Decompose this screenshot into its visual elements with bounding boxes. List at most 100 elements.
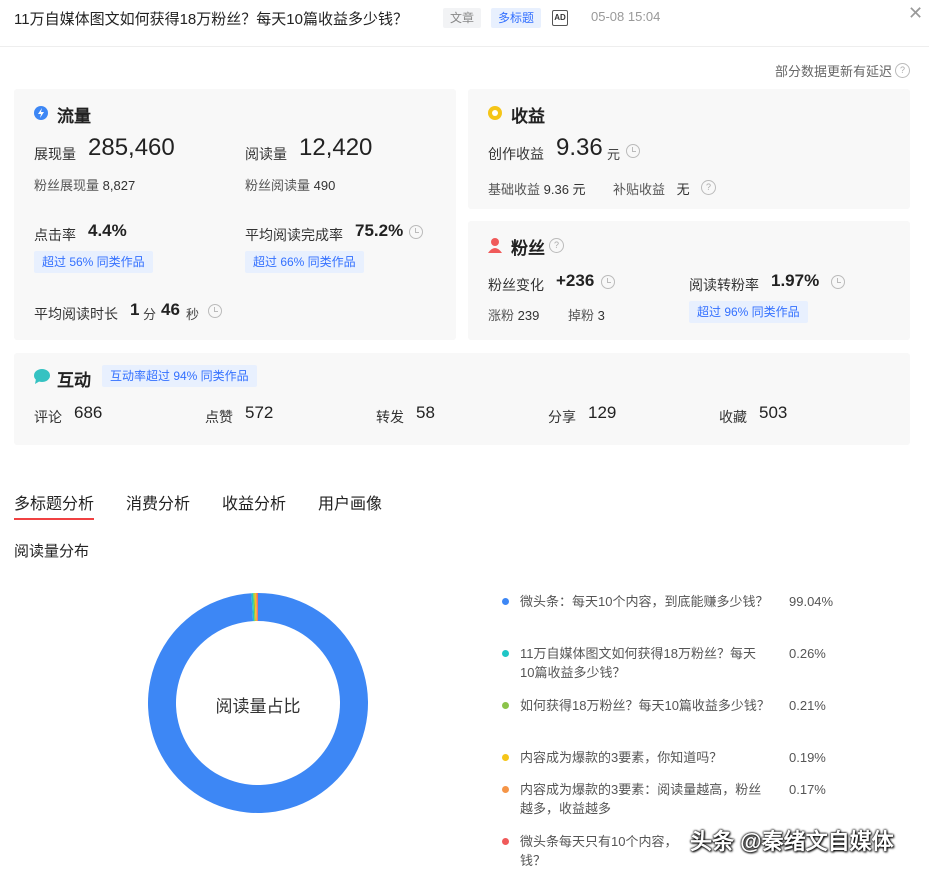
delay-note: 部分数据更新有延迟	[774, 64, 892, 79]
interaction-card: 互动 互动率超过 94% 同类作品 评论 686 点赞 572 转发 58 分享…	[14, 353, 910, 445]
legend-dot	[502, 838, 509, 845]
duration-label: 平均阅读时长	[34, 306, 118, 322]
interaction-chip: 互动率超过 94% 同类作品	[102, 365, 257, 387]
duration-sec-unit: 秒	[186, 307, 200, 322]
active-tab-indicator	[14, 518, 94, 520]
duration-min: 1	[130, 300, 140, 319]
legend-dot	[502, 650, 509, 657]
income-card: 收益 创作收益 9.36 元 基础收益 9.36 元 补贴收益 无 ?	[468, 89, 910, 209]
completion-value: 75.2%	[355, 221, 404, 240]
legend-value: 0.17%	[789, 782, 826, 797]
legend-dot	[502, 702, 509, 709]
tab-user-profile[interactable]: 用户画像	[318, 490, 382, 514]
fan-reads-label: 粉丝阅读量	[245, 178, 311, 193]
legend-value: 99.04%	[789, 594, 834, 609]
fans-card: 粉丝 ? 粉丝变化 +236 涨粉 239 掉粉 3 阅读转粉率 1.97% 超…	[468, 221, 910, 340]
duration-sec: 46	[161, 300, 180, 319]
likes-label: 点赞	[205, 409, 233, 425]
income-title: 收益	[511, 107, 545, 126]
comments-label: 评论	[34, 409, 62, 425]
legend-value: 0.19%	[789, 750, 826, 765]
help-icon[interactable]: ?	[701, 180, 716, 195]
legend-dot	[502, 598, 509, 605]
reads-label: 阅读量	[245, 146, 287, 162]
conversion-value: 1.97%	[771, 271, 820, 290]
legend-dot	[502, 786, 509, 793]
fans-gain: 涨粉 239	[488, 305, 539, 324]
likes-value: 572	[245, 403, 274, 422]
section-title: 阅读量分布	[14, 543, 90, 560]
legend-value: 0.26%	[789, 646, 826, 661]
watermark: 头条 @秦绪文自媒体	[690, 829, 894, 854]
fans-title: 粉丝	[511, 239, 545, 258]
traffic-title: 流量	[57, 107, 91, 126]
completion-label: 平均阅读完成率	[245, 227, 343, 243]
legend-label: 内容成为爆款的3要素，你知道吗？	[520, 750, 723, 765]
completion-chip: 超过 66% 同类作品	[245, 251, 364, 273]
reposts-value: 58	[416, 403, 435, 422]
favorites-label: 收藏	[719, 409, 747, 425]
tab-multi-title-analysis[interactable]: 多标题分析	[14, 490, 94, 514]
ctr-value: 4.4%	[88, 221, 127, 240]
user-icon	[488, 237, 502, 253]
fan-reads: 粉丝阅读量 490	[245, 175, 335, 194]
publish-time: 05-08 15:04	[591, 9, 661, 24]
creation-income-unit: 元	[607, 147, 621, 162]
tag-multi-title: 多标题	[491, 8, 542, 28]
fans-loss-value: 3	[597, 308, 605, 323]
coin-icon	[488, 106, 502, 120]
duration-min-unit: 分	[143, 307, 157, 322]
tag-article: 文章	[443, 8, 482, 28]
traffic-card: 流量 展现量 285,460 粉丝展现量 8,827 阅读量 12,420 粉丝…	[14, 89, 456, 340]
base-income-label: 基础收益	[488, 182, 541, 197]
shares-value: 129	[588, 403, 617, 422]
donut-center-label: 阅读量占比	[215, 697, 301, 716]
history-icon[interactable]	[409, 225, 423, 239]
history-icon[interactable]	[601, 275, 615, 289]
favorites-value: 503	[759, 403, 788, 422]
ad-icon: AD	[552, 10, 568, 26]
article-title: 11万自媒体图文如何获得18万粉丝？每天10篇收益多少钱？	[14, 11, 408, 28]
reposts-label: 转发	[376, 409, 404, 425]
tab-consumption-analysis[interactable]: 消费分析	[126, 490, 190, 514]
base-income-value: 9.36 元	[543, 182, 586, 197]
traffic-icon	[34, 106, 48, 120]
legend-label: 微头条：每天10个内容，到底能赚多少钱？	[520, 594, 769, 609]
fan-reads-value: 490	[313, 178, 336, 193]
subsidy-income-value: 无	[676, 182, 690, 197]
help-icon[interactable]: ?	[895, 63, 910, 78]
comments-value: 686	[74, 403, 103, 422]
fans-loss-label: 掉粉	[568, 308, 595, 323]
conversion-chip: 超过 96% 同类作品	[689, 301, 808, 323]
fans-gain-label: 涨粉	[488, 308, 515, 323]
history-icon[interactable]	[208, 304, 222, 318]
fans-change-value: +236	[556, 271, 595, 290]
fans-gain-value: 239	[517, 308, 540, 323]
legend-label: 如何获得18万粉丝？每天10篇收益多少钱？	[520, 698, 770, 713]
creation-income-value: 9.36	[556, 134, 603, 161]
impressions-label: 展现量	[34, 146, 76, 162]
conversion-label: 阅读转粉率	[689, 277, 759, 293]
fans-loss: 掉粉 3	[568, 305, 605, 324]
fan-impressions: 粉丝展现量 8,827	[34, 175, 135, 194]
impressions-value: 285,460	[88, 134, 175, 161]
help-icon[interactable]: ?	[549, 238, 564, 253]
history-icon[interactable]	[626, 144, 640, 158]
subsidy-income: 补贴收益 无	[613, 179, 690, 198]
creation-income-label: 创作收益	[488, 146, 544, 162]
close-icon[interactable]: ✕	[908, 3, 923, 24]
shares-label: 分享	[548, 409, 576, 425]
legend-value: 0.21%	[789, 698, 826, 713]
legend-label: 11万自媒体图文如何获得18万粉丝？每天10篇收益多少钱？	[520, 646, 756, 680]
ctr-chip: 超过 56% 同类作品	[34, 251, 153, 273]
fan-impressions-value: 8,827	[102, 178, 136, 193]
reads-value: 12,420	[299, 134, 373, 161]
base-income: 基础收益 9.36 元	[488, 179, 586, 198]
legend-dot	[502, 754, 509, 761]
tab-income-analysis[interactable]: 收益分析	[222, 490, 286, 514]
fans-change-label: 粉丝变化	[488, 277, 544, 293]
history-icon[interactable]	[831, 275, 845, 289]
fan-impressions-label: 粉丝展现量	[34, 178, 100, 193]
ctr-label: 点击率	[34, 227, 76, 243]
chat-icon	[34, 369, 50, 384]
